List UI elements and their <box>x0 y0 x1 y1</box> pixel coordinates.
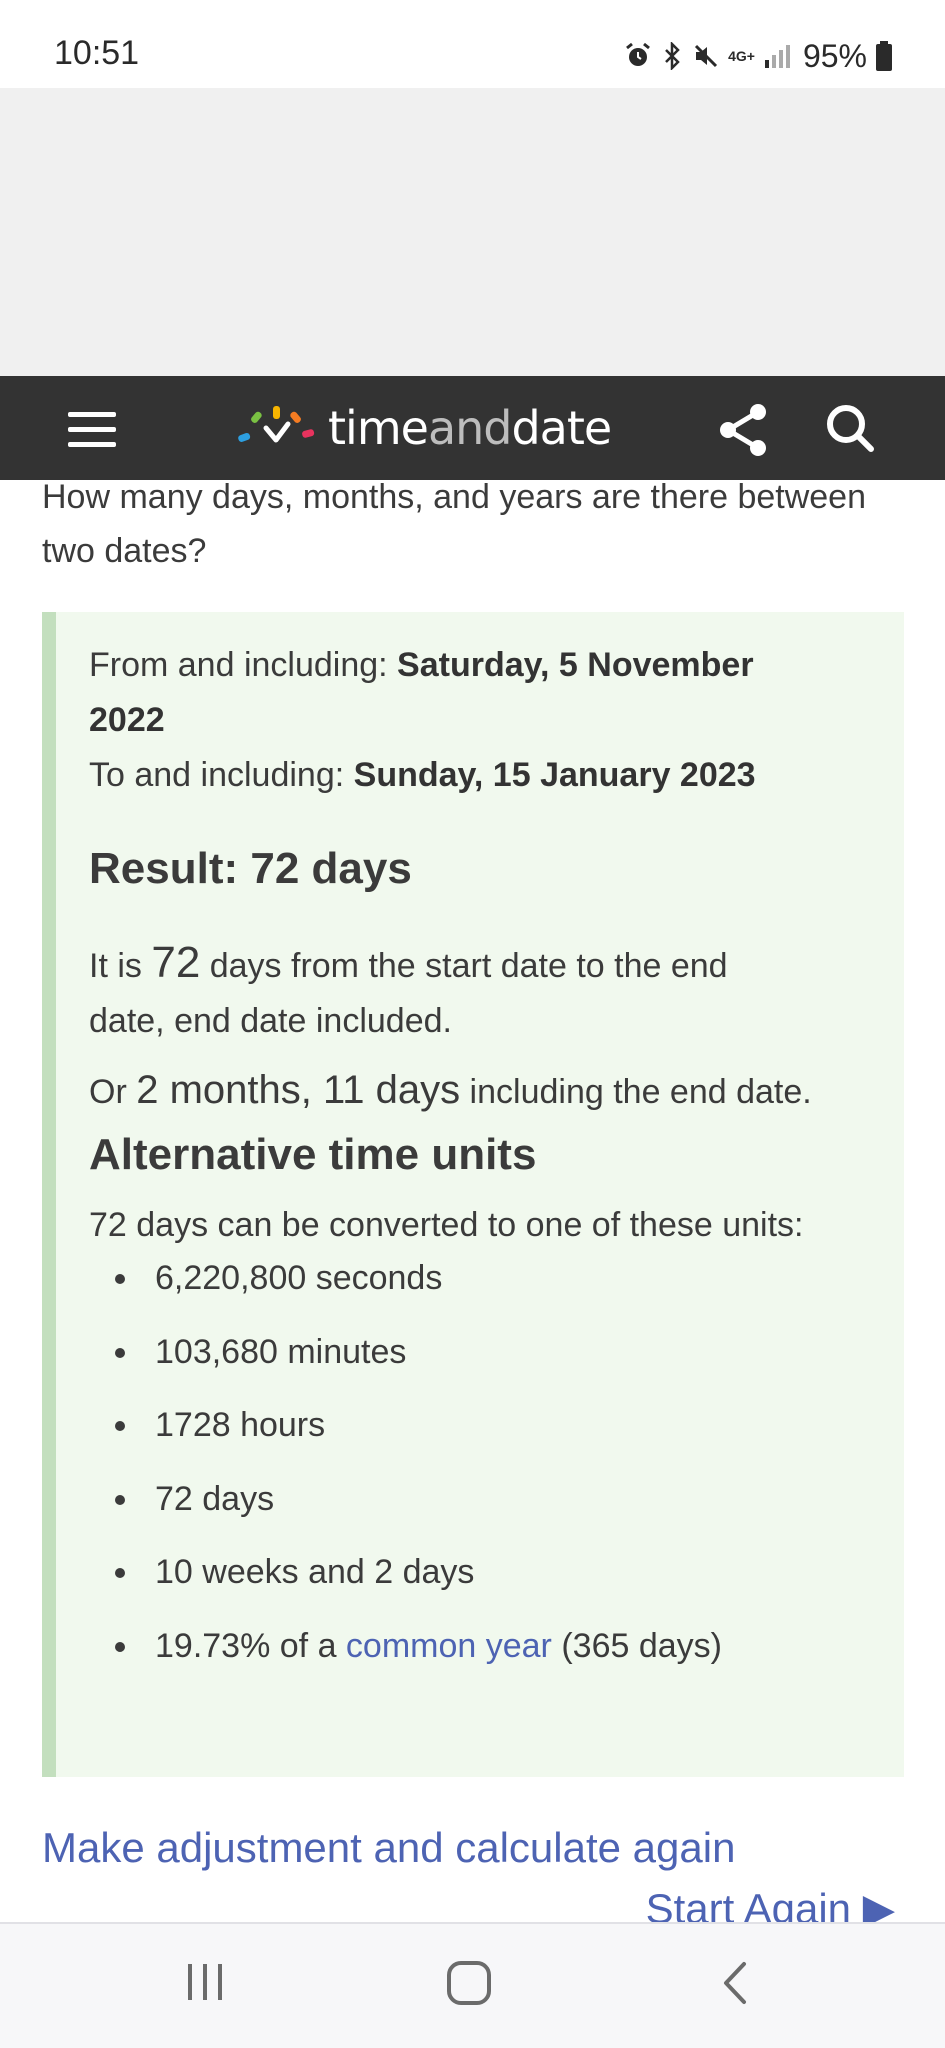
back-icon <box>724 1962 746 2004</box>
alt-units-heading: Alternative time units <box>89 1130 537 1179</box>
network-type: 4G+ <box>728 48 755 64</box>
system-nav-bar <box>0 1922 945 2048</box>
start-again-link[interactable]: Start Again ▶ <box>646 1884 895 1924</box>
list-item: 6,220,800 seconds <box>89 1242 889 1316</box>
alt-units-intro: 72 days can be converted to one of these… <box>89 1206 804 1244</box>
status-icons: 4G+ 95% <box>624 36 893 76</box>
home-button[interactable] <box>446 1960 492 2011</box>
battery-icon <box>876 41 892 71</box>
months-days-value: 2 months, 11 days <box>136 1068 461 1112</box>
recent-apps-button[interactable] <box>184 1960 228 2009</box>
status-bar: 10:51 4G+ 95% <box>0 0 945 88</box>
from-value: Saturday, 5 November <box>397 646 754 684</box>
result-description-cont: date, end date included. <box>89 1002 452 1040</box>
units-list: 6,220,800 seconds 103,680 minutes 1728 h… <box>89 1242 889 1683</box>
ad-banner-area <box>0 88 945 376</box>
result-title: Result: 72 days <box>89 844 412 893</box>
intro-text: How many days, months, and years are the… <box>42 478 866 570</box>
menu-button[interactable] <box>68 412 120 447</box>
battery-percent: 95% <box>802 37 867 74</box>
main-content: How many days, months, and years are the… <box>0 376 945 1924</box>
back-button[interactable] <box>718 1960 754 2011</box>
share-button[interactable] <box>718 402 770 463</box>
list-item: 10 weeks and 2 days <box>89 1536 889 1610</box>
adjust-calculate-link[interactable]: Make adjustment and calculate again <box>42 1824 735 1872</box>
mute-icon <box>695 44 718 68</box>
logo-text: timeanddate <box>328 401 612 455</box>
to-value: Sunday, 15 January 2023 <box>353 756 756 794</box>
to-line: To and including: Sunday, 15 January 202… <box>89 756 756 795</box>
months-days-line: Or 2 months, 11 days including the end d… <box>89 1068 812 1112</box>
from-label: From and including: <box>89 646 398 684</box>
bluetooth-icon <box>665 42 680 70</box>
list-item: 1728 hours <box>89 1389 889 1463</box>
menu-icon <box>68 412 120 447</box>
result-days-number: 72 <box>151 938 201 987</box>
alarm-icon <box>626 42 651 66</box>
result-description: It is 72 days from the start date to the… <box>89 938 728 987</box>
from-year: 2022 <box>89 701 165 739</box>
to-label: To and including: <box>89 756 354 794</box>
status-time: 10:51 <box>54 34 140 72</box>
site-header: timeanddate <box>0 376 945 480</box>
common-year-link[interactable]: common year <box>346 1627 552 1665</box>
result-box: From and including: Saturday, 5 November… <box>42 612 904 1777</box>
list-item: 19.73% of a common year (365 days) <box>89 1610 889 1684</box>
logo-mark-icon <box>238 406 315 443</box>
list-item: 72 days <box>89 1463 889 1537</box>
from-line: From and including: Saturday, 5 November <box>89 646 754 685</box>
recent-apps-icon <box>188 1964 222 2000</box>
from-line-cont: 2022 <box>89 701 165 740</box>
share-icon <box>720 404 766 456</box>
search-button[interactable] <box>824 402 876 459</box>
site-logo[interactable]: timeanddate <box>236 398 612 458</box>
signal-icon <box>764 45 790 68</box>
search-icon <box>827 405 874 452</box>
list-item: 103,680 minutes <box>89 1316 889 1390</box>
home-icon <box>447 1961 491 2005</box>
